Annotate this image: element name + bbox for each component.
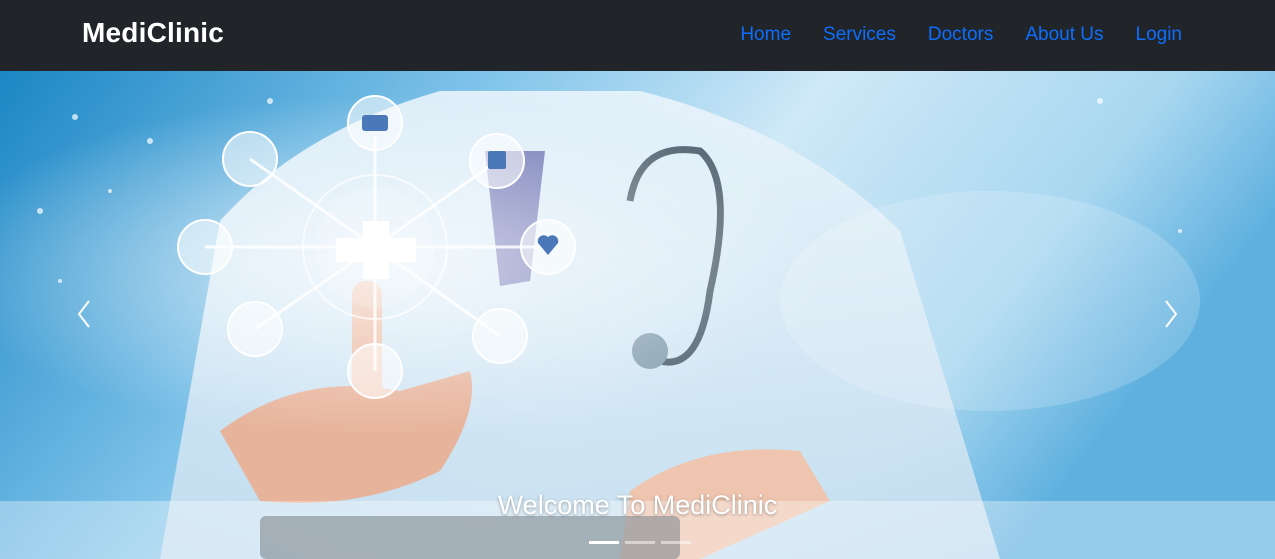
brand-logo[interactable]: MediClinic [82, 17, 224, 49]
carousel-caption: Welcome To MediClinic [497, 490, 778, 520]
carousel-prev-button[interactable] [76, 299, 116, 343]
carousel-indicator-2[interactable] [625, 541, 655, 544]
nav-login[interactable]: Login [1136, 24, 1183, 46]
nav-links: Home Services Doctors About Us Login [708, 24, 1182, 46]
nav-doctors[interactable]: Doctors [928, 24, 993, 46]
carousel-next-button[interactable] [1163, 299, 1203, 343]
nav-home[interactable]: Home [740, 24, 791, 46]
chevron-right-icon [1165, 300, 1178, 328]
navbar: MediClinic Home Services Doctors About U… [0, 0, 1275, 71]
carousel-indicator-1[interactable] [589, 541, 619, 544]
hero-carousel: Welcome To MediClinic [0, 71, 1275, 559]
carousel-indicator-3[interactable] [661, 541, 691, 544]
nav-services[interactable]: Services [823, 24, 896, 46]
hero-image [0, 71, 1275, 559]
chevron-left-icon [77, 300, 90, 328]
nav-about-us[interactable]: About Us [1025, 24, 1103, 46]
carousel-indicators [589, 541, 691, 544]
